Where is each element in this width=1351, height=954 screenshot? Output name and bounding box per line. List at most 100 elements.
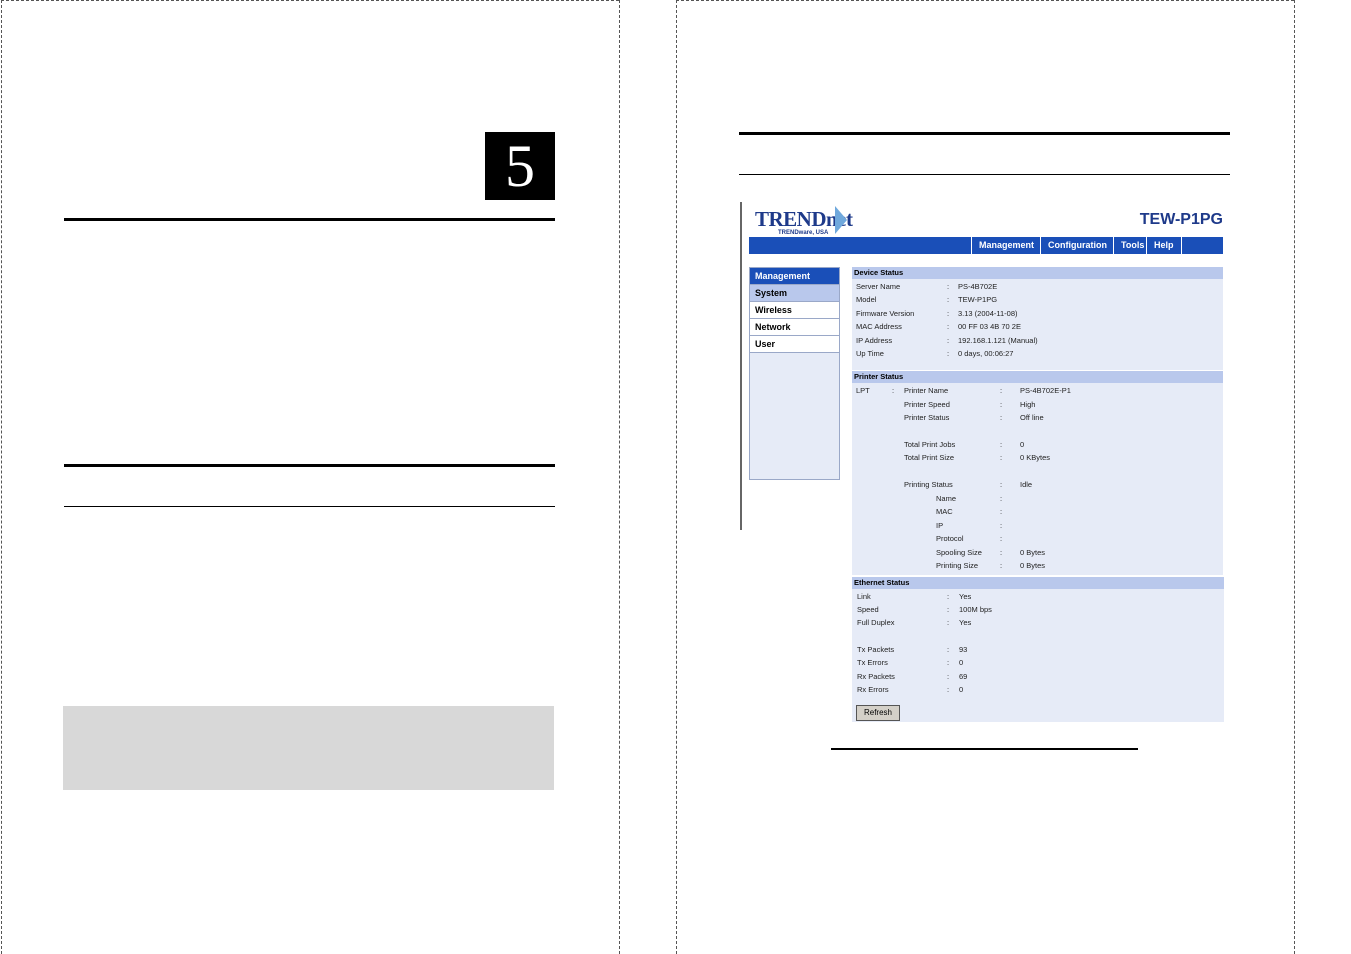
ethernet-status-panel: Ethernet Status bbox=[852, 577, 1224, 722]
right-page-top-edge bbox=[676, 0, 1294, 1]
device-row-colon: : bbox=[947, 349, 950, 358]
ethernet-row-colon: : bbox=[947, 605, 950, 614]
device-row-label: Firmware Version bbox=[856, 308, 915, 318]
printer-port-colon: : bbox=[892, 386, 895, 395]
device-row-value: 192.168.1.121 (Manual) bbox=[958, 335, 1038, 345]
model-name: TEW-P1PG bbox=[1139, 211, 1223, 228]
printer-row-value: 0 KBytes bbox=[1020, 453, 1051, 462]
printer-row-value: PS-4B702E-P1 bbox=[1020, 386, 1071, 395]
printer-row-colon: : bbox=[1000, 440, 1003, 449]
sidebar-item-system[interactable]: System bbox=[750, 285, 839, 302]
device-row-value: 00 FF 03 4B 70 2E bbox=[958, 322, 1021, 332]
printer-status-title: Printer Status bbox=[852, 371, 1223, 383]
nav-management[interactable]: Management bbox=[971, 237, 1041, 254]
nav-configuration[interactable]: Configuration bbox=[1040, 237, 1114, 254]
ethernet-row-label: Tx Packets bbox=[857, 645, 895, 654]
chapter-rule bbox=[64, 218, 555, 221]
printer-subrow-colon: : bbox=[1000, 507, 1003, 517]
printer-subrow-label: IP bbox=[936, 520, 944, 530]
sidebar-heading-management: Management bbox=[750, 268, 839, 285]
printer-subrow-label: Spooling Size bbox=[936, 547, 982, 557]
left-page-right-edge bbox=[619, 0, 620, 954]
device-row-colon: : bbox=[947, 322, 950, 332]
printer-row-colon: : bbox=[1000, 413, 1003, 422]
ethernet-row-value: 0 bbox=[959, 658, 964, 667]
sidebar: Management System Wireless Network User bbox=[749, 267, 840, 480]
device-row-colon: : bbox=[947, 335, 950, 345]
printer-subrow-colon: : bbox=[1000, 534, 1003, 544]
device-row-label: Server Name bbox=[856, 282, 901, 291]
printer-row-label: Total Print Jobs bbox=[904, 440, 956, 449]
left-page-left-edge bbox=[1, 0, 2, 954]
printer-row-value: 0 bbox=[1020, 440, 1025, 449]
ethernet-row-colon: : bbox=[947, 658, 950, 667]
ethernet-row-colon: : bbox=[947, 685, 950, 694]
status-page-screenshot: TRENDnet TRENDware, USA TEW-P1PG Managem… bbox=[740, 202, 1230, 732]
ethernet-row-colon: : bbox=[947, 592, 950, 601]
printer-row-label: Total Print Size bbox=[904, 453, 955, 462]
printer-row-label: Printing Status bbox=[904, 480, 953, 489]
device-row-colon: : bbox=[947, 308, 950, 318]
printer-subrow-label: MAC bbox=[936, 507, 953, 517]
device-status-title: Device Status bbox=[852, 267, 1223, 279]
printer-row-value: High bbox=[1020, 400, 1036, 409]
device-row-label: IP Address bbox=[856, 335, 893, 345]
right-page-right-edge bbox=[1294, 0, 1295, 954]
device-row-colon: : bbox=[947, 295, 950, 305]
ethernet-row-value: 100M bps bbox=[959, 605, 992, 614]
right-section-rule-top bbox=[739, 132, 1230, 135]
device-row-label: Up Time bbox=[856, 349, 884, 358]
printer-subrow-colon: : bbox=[1000, 547, 1003, 557]
ethernet-row-value: Yes bbox=[959, 592, 972, 601]
device-row-label: Model bbox=[856, 295, 877, 305]
device-row-label: MAC Address bbox=[856, 322, 902, 332]
printer-row-label: Printer Name bbox=[904, 386, 949, 395]
printer-subrow-value: 0 Bytes bbox=[1020, 561, 1046, 570]
printer-row-colon: : bbox=[1000, 386, 1003, 395]
printer-subrow-value: 0 Bytes bbox=[1020, 547, 1046, 557]
ethernet-row-label: Full Duplex bbox=[857, 618, 895, 627]
printer-row-label: Printer Status bbox=[904, 413, 950, 422]
device-row-value: TEW-P1PG bbox=[958, 295, 998, 305]
right-section-rule-bottom bbox=[739, 174, 1230, 175]
printer-row-label: Printer Speed bbox=[904, 400, 950, 409]
chapter-number-box: 5 bbox=[485, 132, 555, 200]
sidebar-item-network[interactable]: Network bbox=[750, 319, 839, 336]
refresh-button[interactable]: Refresh bbox=[856, 705, 900, 721]
top-navbar: Management Configuration Tools Help bbox=[749, 237, 1223, 254]
sidebar-item-wireless[interactable]: Wireless bbox=[750, 302, 839, 319]
printer-row-colon: : bbox=[1000, 400, 1003, 409]
device-row-value: 0 days, 00:06:27 bbox=[958, 349, 1014, 358]
device-row-value: 3.13 (2004-11-08) bbox=[958, 308, 1018, 318]
device-row-colon: : bbox=[947, 282, 950, 291]
printer-subrow-label: Printing Size bbox=[936, 561, 979, 570]
printer-subrow-colon: : bbox=[1000, 561, 1003, 570]
ethernet-row-colon: : bbox=[947, 618, 950, 627]
ethernet-row-colon: : bbox=[947, 672, 950, 681]
printer-row-value: Idle bbox=[1020, 480, 1033, 489]
printer-port-label: LPT bbox=[856, 386, 870, 395]
ethernet-row-label: Speed bbox=[857, 605, 879, 614]
nav-help[interactable]: Help bbox=[1146, 237, 1182, 254]
ethernet-row-value: 69 bbox=[959, 672, 968, 681]
logo-arrow-icon bbox=[835, 206, 847, 234]
printer-subrow-colon: : bbox=[1000, 494, 1003, 503]
ethernet-row-value: 0 bbox=[959, 685, 964, 694]
ethernet-row-label: Tx Errors bbox=[857, 658, 888, 667]
device-row-value: PS-4B702E bbox=[958, 282, 998, 291]
section-rule-bottom bbox=[64, 506, 555, 507]
printer-subrow-label: Name bbox=[936, 494, 957, 503]
device-status-panel: Device Status bbox=[852, 267, 1223, 370]
note-box bbox=[63, 706, 554, 790]
printer-row-value: Off line bbox=[1020, 413, 1044, 422]
printer-subrow-colon: : bbox=[1000, 520, 1003, 530]
ethernet-row-label: Rx Packets bbox=[857, 672, 895, 681]
ethernet-row-label: Link bbox=[857, 592, 871, 601]
ethernet-status-title: Ethernet Status bbox=[852, 577, 1224, 589]
printer-row-colon: : bbox=[1000, 453, 1003, 462]
sidebar-item-user[interactable]: User bbox=[750, 336, 839, 353]
figure-caption-rule bbox=[831, 748, 1138, 750]
logo-subtitle: TRENDware, USA bbox=[778, 230, 829, 236]
left-page-top-edge bbox=[1, 0, 619, 1]
ethernet-row-value: Yes bbox=[959, 618, 972, 627]
